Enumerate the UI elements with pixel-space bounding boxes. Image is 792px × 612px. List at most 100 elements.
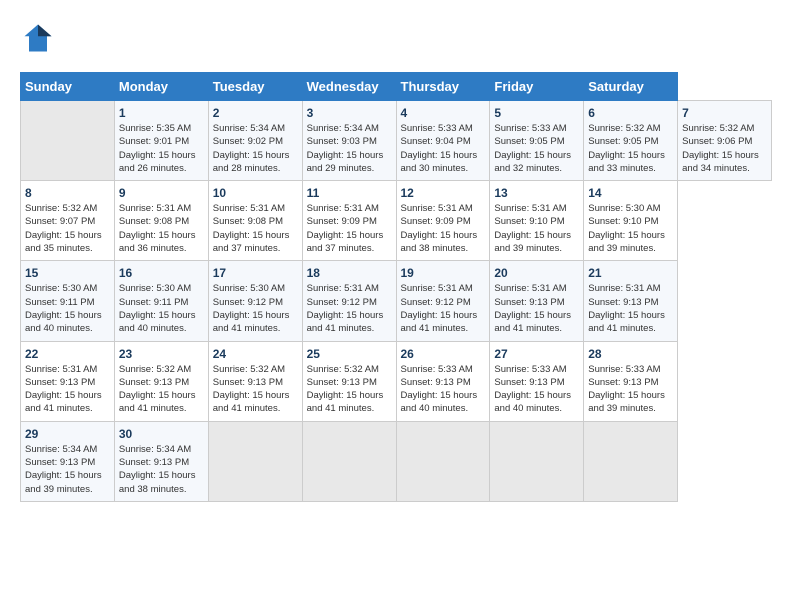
day-number: 6	[588, 106, 673, 120]
day-number: 18	[307, 266, 392, 280]
day-info: Sunrise: 5:31 AMSunset: 9:08 PMDaylight:…	[213, 203, 290, 254]
logo	[20, 20, 62, 56]
calendar-cell: 2 Sunrise: 5:34 AMSunset: 9:02 PMDayligh…	[208, 101, 302, 181]
calendar-cell: 8 Sunrise: 5:32 AMSunset: 9:07 PMDayligh…	[21, 181, 115, 261]
day-info: Sunrise: 5:30 AMSunset: 9:10 PMDaylight:…	[588, 203, 665, 254]
day-number: 7	[682, 106, 767, 120]
day-header-wednesday: Wednesday	[302, 73, 396, 101]
day-number: 16	[119, 266, 204, 280]
day-number: 21	[588, 266, 673, 280]
day-header-friday: Friday	[490, 73, 584, 101]
calendar-week-row: 22 Sunrise: 5:31 AMSunset: 9:13 PMDaylig…	[21, 341, 772, 421]
day-info: Sunrise: 5:31 AMSunset: 9:13 PMDaylight:…	[25, 364, 102, 415]
day-info: Sunrise: 5:31 AMSunset: 9:13 PMDaylight:…	[588, 283, 665, 334]
calendar-cell: 1 Sunrise: 5:35 AMSunset: 9:01 PMDayligh…	[114, 101, 208, 181]
calendar-cell: 23 Sunrise: 5:32 AMSunset: 9:13 PMDaylig…	[114, 341, 208, 421]
calendar-cell: 26 Sunrise: 5:33 AMSunset: 9:13 PMDaylig…	[396, 341, 490, 421]
day-number: 15	[25, 266, 110, 280]
day-number: 3	[307, 106, 392, 120]
day-number: 12	[401, 186, 486, 200]
day-info: Sunrise: 5:32 AMSunset: 9:06 PMDaylight:…	[682, 123, 759, 174]
calendar-cell: 16 Sunrise: 5:30 AMSunset: 9:11 PMDaylig…	[114, 261, 208, 341]
day-info: Sunrise: 5:30 AMSunset: 9:11 PMDaylight:…	[119, 283, 196, 334]
day-number: 29	[25, 427, 110, 441]
calendar-cell: 21 Sunrise: 5:31 AMSunset: 9:13 PMDaylig…	[584, 261, 678, 341]
calendar-cell	[21, 101, 115, 181]
day-info: Sunrise: 5:31 AMSunset: 9:12 PMDaylight:…	[401, 283, 478, 334]
day-info: Sunrise: 5:34 AMSunset: 9:13 PMDaylight:…	[25, 444, 102, 495]
day-info: Sunrise: 5:35 AMSunset: 9:01 PMDaylight:…	[119, 123, 196, 174]
day-number: 10	[213, 186, 298, 200]
calendar-cell: 19 Sunrise: 5:31 AMSunset: 9:12 PMDaylig…	[396, 261, 490, 341]
calendar-cell: 27 Sunrise: 5:33 AMSunset: 9:13 PMDaylig…	[490, 341, 584, 421]
day-info: Sunrise: 5:32 AMSunset: 9:05 PMDaylight:…	[588, 123, 665, 174]
day-info: Sunrise: 5:32 AMSunset: 9:07 PMDaylight:…	[25, 203, 102, 254]
day-number: 5	[494, 106, 579, 120]
day-info: Sunrise: 5:31 AMSunset: 9:10 PMDaylight:…	[494, 203, 571, 254]
day-info: Sunrise: 5:34 AMSunset: 9:13 PMDaylight:…	[119, 444, 196, 495]
day-number: 2	[213, 106, 298, 120]
calendar-cell: 7 Sunrise: 5:32 AMSunset: 9:06 PMDayligh…	[678, 101, 772, 181]
day-number: 9	[119, 186, 204, 200]
calendar-cell: 4 Sunrise: 5:33 AMSunset: 9:04 PMDayligh…	[396, 101, 490, 181]
calendar-cell: 6 Sunrise: 5:32 AMSunset: 9:05 PMDayligh…	[584, 101, 678, 181]
page-header	[20, 20, 772, 56]
day-info: Sunrise: 5:34 AMSunset: 9:03 PMDaylight:…	[307, 123, 384, 174]
calendar-cell	[396, 421, 490, 501]
day-number: 8	[25, 186, 110, 200]
day-info: Sunrise: 5:34 AMSunset: 9:02 PMDaylight:…	[213, 123, 290, 174]
calendar-cell: 14 Sunrise: 5:30 AMSunset: 9:10 PMDaylig…	[584, 181, 678, 261]
day-info: Sunrise: 5:31 AMSunset: 9:09 PMDaylight:…	[401, 203, 478, 254]
day-info: Sunrise: 5:33 AMSunset: 9:05 PMDaylight:…	[494, 123, 571, 174]
day-info: Sunrise: 5:31 AMSunset: 9:12 PMDaylight:…	[307, 283, 384, 334]
calendar-cell	[302, 421, 396, 501]
day-header-tuesday: Tuesday	[208, 73, 302, 101]
day-info: Sunrise: 5:30 AMSunset: 9:12 PMDaylight:…	[213, 283, 290, 334]
day-info: Sunrise: 5:33 AMSunset: 9:13 PMDaylight:…	[588, 364, 665, 415]
calendar-cell: 13 Sunrise: 5:31 AMSunset: 9:10 PMDaylig…	[490, 181, 584, 261]
day-number: 30	[119, 427, 204, 441]
day-number: 13	[494, 186, 579, 200]
calendar-cell: 30 Sunrise: 5:34 AMSunset: 9:13 PMDaylig…	[114, 421, 208, 501]
day-header-sunday: Sunday	[21, 73, 115, 101]
day-number: 1	[119, 106, 204, 120]
calendar-cell: 9 Sunrise: 5:31 AMSunset: 9:08 PMDayligh…	[114, 181, 208, 261]
calendar-week-row: 1 Sunrise: 5:35 AMSunset: 9:01 PMDayligh…	[21, 101, 772, 181]
logo-icon	[20, 20, 56, 56]
calendar-week-row: 8 Sunrise: 5:32 AMSunset: 9:07 PMDayligh…	[21, 181, 772, 261]
calendar-cell	[584, 421, 678, 501]
day-number: 17	[213, 266, 298, 280]
calendar-cell: 11 Sunrise: 5:31 AMSunset: 9:09 PMDaylig…	[302, 181, 396, 261]
day-number: 20	[494, 266, 579, 280]
day-number: 23	[119, 347, 204, 361]
calendar-header-row: SundayMondayTuesdayWednesdayThursdayFrid…	[21, 73, 772, 101]
day-header-saturday: Saturday	[584, 73, 678, 101]
calendar-cell: 28 Sunrise: 5:33 AMSunset: 9:13 PMDaylig…	[584, 341, 678, 421]
day-info: Sunrise: 5:31 AMSunset: 9:08 PMDaylight:…	[119, 203, 196, 254]
day-number: 27	[494, 347, 579, 361]
calendar-week-row: 29 Sunrise: 5:34 AMSunset: 9:13 PMDaylig…	[21, 421, 772, 501]
calendar-cell	[208, 421, 302, 501]
day-number: 24	[213, 347, 298, 361]
day-info: Sunrise: 5:31 AMSunset: 9:13 PMDaylight:…	[494, 283, 571, 334]
calendar-cell: 29 Sunrise: 5:34 AMSunset: 9:13 PMDaylig…	[21, 421, 115, 501]
calendar-cell: 3 Sunrise: 5:34 AMSunset: 9:03 PMDayligh…	[302, 101, 396, 181]
day-info: Sunrise: 5:31 AMSunset: 9:09 PMDaylight:…	[307, 203, 384, 254]
calendar-week-row: 15 Sunrise: 5:30 AMSunset: 9:11 PMDaylig…	[21, 261, 772, 341]
day-info: Sunrise: 5:33 AMSunset: 9:13 PMDaylight:…	[494, 364, 571, 415]
calendar-cell: 10 Sunrise: 5:31 AMSunset: 9:08 PMDaylig…	[208, 181, 302, 261]
calendar-cell: 18 Sunrise: 5:31 AMSunset: 9:12 PMDaylig…	[302, 261, 396, 341]
day-number: 22	[25, 347, 110, 361]
calendar-cell: 22 Sunrise: 5:31 AMSunset: 9:13 PMDaylig…	[21, 341, 115, 421]
day-number: 19	[401, 266, 486, 280]
day-number: 28	[588, 347, 673, 361]
calendar-table: SundayMondayTuesdayWednesdayThursdayFrid…	[20, 72, 772, 502]
calendar-cell: 25 Sunrise: 5:32 AMSunset: 9:13 PMDaylig…	[302, 341, 396, 421]
day-number: 11	[307, 186, 392, 200]
day-info: Sunrise: 5:32 AMSunset: 9:13 PMDaylight:…	[213, 364, 290, 415]
calendar-cell: 12 Sunrise: 5:31 AMSunset: 9:09 PMDaylig…	[396, 181, 490, 261]
day-header-thursday: Thursday	[396, 73, 490, 101]
day-number: 25	[307, 347, 392, 361]
day-info: Sunrise: 5:33 AMSunset: 9:13 PMDaylight:…	[401, 364, 478, 415]
calendar-cell: 5 Sunrise: 5:33 AMSunset: 9:05 PMDayligh…	[490, 101, 584, 181]
